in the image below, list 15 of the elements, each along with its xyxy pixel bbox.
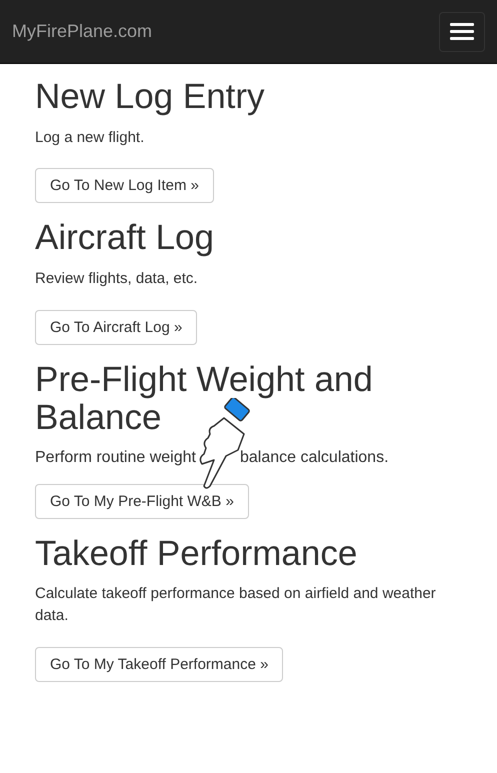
section-link-button[interactable]: Go To Aircraft Log » [35,310,198,344]
section-link-button[interactable]: Go To My Takeoff Performance » [35,646,284,682]
section-link-button[interactable]: Go To New Log Item » [35,168,214,204]
section-heading: New Log Entry [35,78,266,116]
section-heading: Aircraft Log [35,219,215,258]
menu-button[interactable] [439,12,485,52]
section-heading: Takeoff Performance [35,534,358,573]
section-description: balance calculations. [240,448,389,466]
section-description: Calculate takeoff performance based on airfield and weather data. [35,584,437,626]
site-brand[interactable]: MyFirePlane.com [12,21,152,42]
section-description: Perform routine weight [35,448,196,466]
section-description: Log a new flight. [35,128,146,148]
section-link-button[interactable]: Go To My Pre-Flight W&B » [35,484,249,518]
section-description: Review flights, data, etc. [35,268,199,289]
section-heading: Pre-Flight Weight and Balance [35,360,374,438]
